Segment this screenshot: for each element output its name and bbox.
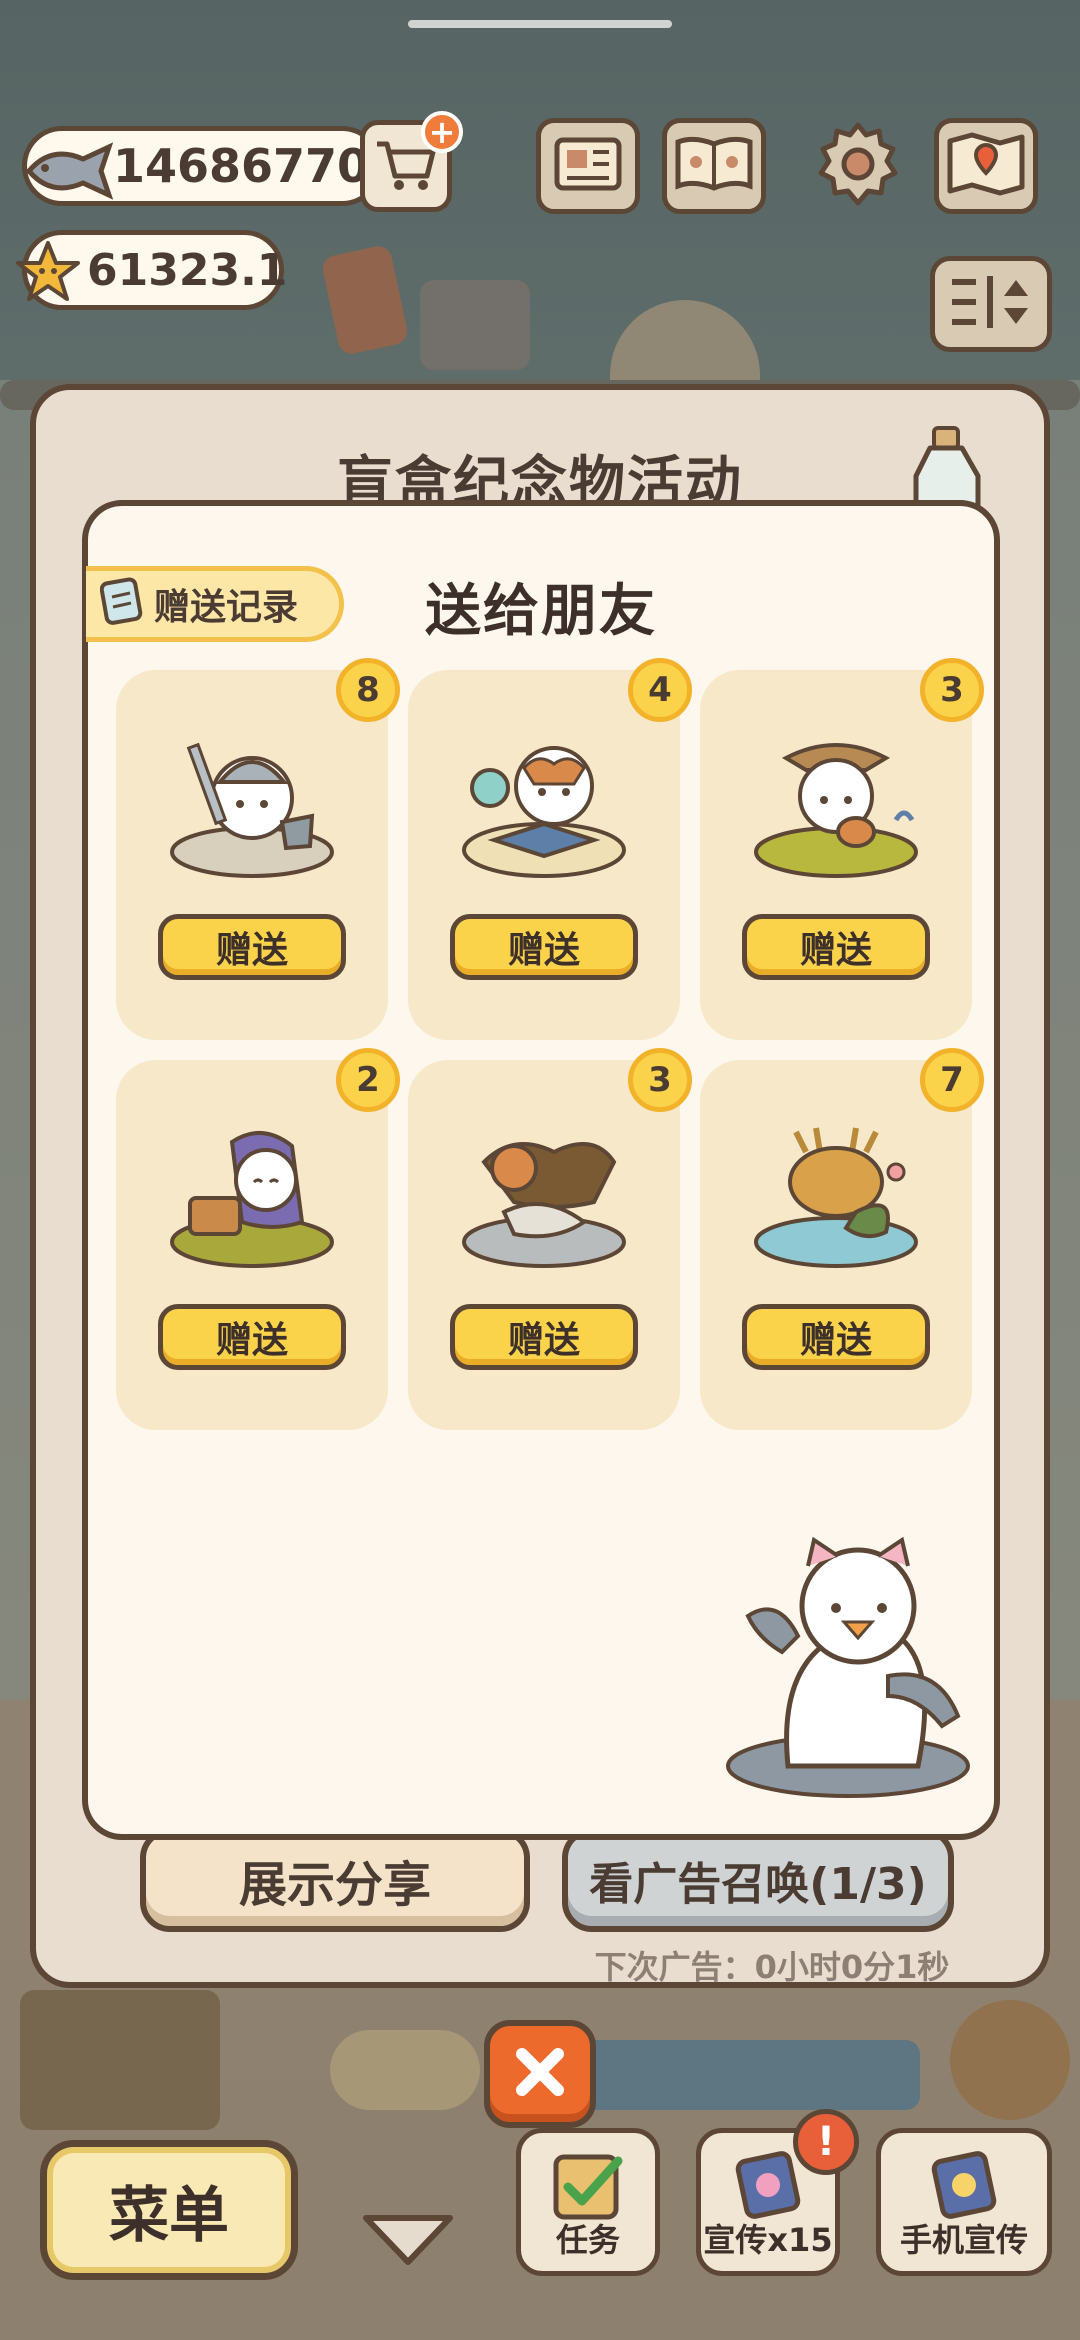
item-count-badge: 7 <box>920 1048 984 1112</box>
ad-timer-text: 下次广告：0小时0分1秒 <box>594 1948 950 1986</box>
cat-book-button[interactable] <box>662 118 766 214</box>
map-icon <box>946 131 1026 201</box>
newspaper-icon <box>553 134 623 198</box>
star-amount: 61323.1 <box>87 244 288 296</box>
dragon-rider-figurine-icon <box>454 1102 634 1272</box>
gift-item-card: 2 赠送 <box>116 1048 400 1430</box>
close-dialog-button[interactable] <box>484 2020 596 2128</box>
gift-item-card: 8 赠送 <box>116 658 400 1040</box>
phone-promote-button[interactable]: 手机宣传 <box>876 2128 1052 2276</box>
watch-ad-button[interactable]: 看广告召唤(1/3) <box>562 1828 954 1932</box>
promote-button[interactable]: 宣传x15 ! <box>696 2109 859 2276</box>
gear-icon <box>813 119 903 213</box>
map-button[interactable] <box>934 118 1038 214</box>
duck-with-fish-mascot <box>718 1526 978 1806</box>
alert-badge: ! <box>793 2109 859 2175</box>
item-count-badge: 4 <box>628 658 692 722</box>
gift-item-card: 4 赠送 <box>408 658 692 1040</box>
fish-amount: 14686770 <box>113 139 370 193</box>
item-count-badge: 8 <box>336 658 400 722</box>
knight-cat-figurine-icon <box>162 712 342 882</box>
sort-icon <box>946 272 1036 336</box>
sort-toggle-button[interactable] <box>930 256 1052 352</box>
bard-cat-figurine-icon <box>746 712 926 882</box>
main-menu-button[interactable]: 菜单 <box>40 2140 298 2280</box>
gift-to-friend-dialog: 赠送记录 送给朋友 8 赠送 4 赠送 3 赠送 2 赠送 3 赠送 7 赠送 <box>82 500 1000 1840</box>
gift-item-grid: 8 赠送 4 赠送 3 赠送 2 赠送 3 赠送 7 赠送 <box>116 658 984 1430</box>
checklist-icon <box>521 2147 655 2227</box>
close-icon <box>512 2044 568 2104</box>
deer-dragon-figurine-icon <box>746 1102 926 1272</box>
item-count-badge: 2 <box>336 1048 400 1112</box>
gift-dialog-title: 送给朋友 <box>425 579 657 644</box>
home-indicator <box>408 20 672 28</box>
plus-icon: + <box>421 111 463 153</box>
share-button[interactable]: 展示分享 <box>140 1828 530 1932</box>
gift-send-button[interactable]: 赠送 <box>158 914 346 980</box>
star-icon <box>13 231 83 311</box>
gift-send-button[interactable]: 赠送 <box>742 914 930 980</box>
gift-item-card: 3 赠送 <box>700 658 984 1040</box>
item-count-badge: 3 <box>920 658 984 722</box>
shop-cart-button[interactable]: + <box>360 111 463 212</box>
gift-send-button[interactable]: 赠送 <box>742 1304 930 1370</box>
alchemist-cat-figurine-icon <box>454 712 634 882</box>
phone-flyer-icon <box>881 2147 1047 2227</box>
paw-book-icon <box>674 134 754 198</box>
collapse-chevron-icon[interactable] <box>360 2210 456 2270</box>
fish-currency-display: 14686770 <box>22 126 382 206</box>
gift-send-button[interactable]: 赠送 <box>158 1304 346 1370</box>
treasure-cat-figurine-icon <box>162 1102 342 1272</box>
gift-item-card: 7 赠送 <box>700 1048 984 1430</box>
gift-item-card: 3 赠送 <box>408 1048 692 1430</box>
newspaper-button[interactable] <box>536 118 640 214</box>
star-currency-display: 61323.1 <box>16 230 288 310</box>
item-count-badge: 3 <box>628 1048 692 1112</box>
task-button[interactable]: 任务 <box>516 2128 660 2276</box>
gift-send-button[interactable]: 赠送 <box>450 1304 638 1370</box>
settings-button[interactable] <box>806 118 910 214</box>
fish-icon <box>21 131 117 211</box>
gift-send-button[interactable]: 赠送 <box>450 914 638 980</box>
